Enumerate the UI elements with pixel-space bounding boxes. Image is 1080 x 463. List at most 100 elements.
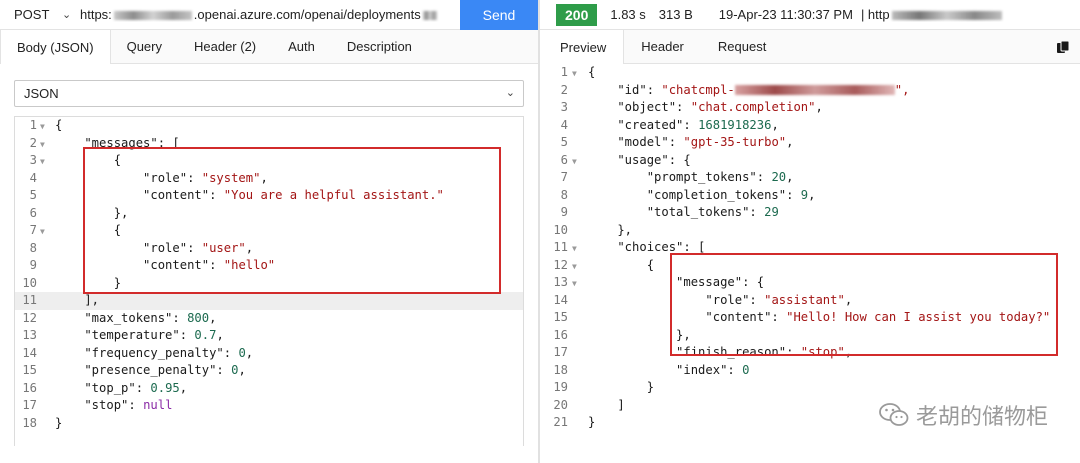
fold-triangle-icon[interactable]: ▼ xyxy=(40,153,45,171)
line-number: 9 xyxy=(560,205,568,219)
code-line: 7 "prompt_tokens": 20, xyxy=(540,169,1080,187)
line-number: 15 xyxy=(22,363,37,377)
url-domain: .openai.azure.com/openai/deployments xyxy=(193,7,421,22)
code-token: , xyxy=(245,345,254,360)
body-type-select[interactable]: JSON ⌄ xyxy=(14,80,524,107)
code-text: { xyxy=(55,222,121,240)
code-token: }, xyxy=(588,222,633,237)
code-token: "max_tokens": xyxy=(55,310,188,325)
code-token: "messages": [ xyxy=(55,135,180,150)
code-line: 15 "presence_penalty": 0, xyxy=(15,362,523,380)
url-input[interactable]: https: .openai.azure.com/openai/deploymen… xyxy=(80,7,460,22)
code-token: "stop" xyxy=(800,345,845,359)
code-token: , xyxy=(786,170,794,184)
line-number: 4 xyxy=(29,170,37,185)
code-token: , xyxy=(216,328,224,342)
code-token: } xyxy=(55,275,122,290)
fold-triangle-icon[interactable]: ▼ xyxy=(40,118,45,136)
code-token: "content": xyxy=(55,258,224,272)
response-size: 313 B xyxy=(658,7,693,22)
code-token: "system" xyxy=(201,170,261,185)
response-timestamp: 19-Apr-23 11:30:37 PM xyxy=(718,7,853,22)
fold-triangle-icon[interactable]: ▼ xyxy=(572,153,577,171)
chevron-down-icon[interactable]: ⌄ xyxy=(62,8,80,21)
code-token: "chatcmpl- xyxy=(661,82,735,97)
tab-query[interactable]: Query xyxy=(111,30,178,63)
code-text: { xyxy=(588,257,654,275)
code-text: } xyxy=(55,415,62,433)
code-token: "prompt_tokens": xyxy=(588,170,772,184)
send-button[interactable]: Send xyxy=(460,0,538,30)
code-line: 3 "object": "chat.completion", xyxy=(540,99,1080,117)
line-number: 1 xyxy=(29,118,37,132)
code-text: } xyxy=(588,379,654,397)
code-token: "model": xyxy=(588,135,684,149)
watermark-text: 老胡的储物柜 xyxy=(915,405,1048,430)
code-token: } xyxy=(588,415,596,429)
fold-triangle-icon[interactable]: ▼ xyxy=(572,240,577,258)
line-number: 10 xyxy=(553,222,568,237)
code-text: "role": "assistant", xyxy=(588,292,852,310)
response-status-bar: 200 1.83 s 313 B 19-Apr-23 11:30:37 PM |… xyxy=(540,0,1080,30)
tab-response-header[interactable]: Header xyxy=(624,30,701,63)
request-url-bar: POST ⌄ https: .openai.azure.com/openai/de… xyxy=(0,0,538,30)
code-token: "assistant" xyxy=(764,292,845,307)
fold-triangle-icon[interactable]: ▼ xyxy=(572,258,577,276)
method-select[interactable]: POST xyxy=(0,7,62,22)
tab-description[interactable]: Description xyxy=(331,30,428,63)
code-text: "top_p": 0.95, xyxy=(55,380,187,398)
request-body-editor[interactable]: 1 ▼{2 ▼ "messages": [3 ▼ {4 "role": "system… xyxy=(14,116,524,446)
line-number: 11 xyxy=(22,293,37,307)
code-token: , xyxy=(815,100,823,114)
tab-auth[interactable]: Auth xyxy=(272,30,331,63)
fold-triangle-icon[interactable]: ▼ xyxy=(40,223,45,241)
code-token: "user" xyxy=(201,240,246,255)
code-token: { xyxy=(588,257,655,272)
code-token: 0 xyxy=(742,362,750,377)
code-line: 1 ▼ { xyxy=(15,117,523,135)
tab-body-json[interactable]: Body (JSON) xyxy=(0,30,111,64)
code-line: 12 ▼ { xyxy=(540,257,1080,275)
code-token: ], xyxy=(55,293,100,307)
tab-request[interactable]: Request xyxy=(701,30,783,63)
fold-triangle-icon[interactable]: ▼ xyxy=(40,136,45,154)
code-token: }, xyxy=(55,205,129,220)
line-number: 17 xyxy=(553,345,568,359)
code-line: 4 "role": "system", xyxy=(15,170,523,188)
line-number: 8 xyxy=(29,240,37,255)
code-text: { xyxy=(588,64,595,82)
wechat-icon xyxy=(879,403,909,426)
code-text: "stop": null xyxy=(55,397,172,415)
code-token: "role": xyxy=(55,240,202,255)
code-line: 16 "top_p": 0.95, xyxy=(15,380,523,398)
code-token: , xyxy=(844,345,853,359)
code-token: 0.95 xyxy=(150,380,180,395)
code-text: "id": "chatcmpl- ", xyxy=(588,82,909,100)
line-number: 18 xyxy=(22,415,37,430)
code-line: 12 "max_tokens": 800, xyxy=(15,310,523,328)
line-number: 10 xyxy=(22,275,37,290)
fold-triangle-icon[interactable]: ▼ xyxy=(572,65,577,83)
code-token: ] xyxy=(588,397,625,412)
status-badge: 200 xyxy=(556,3,598,26)
code-text: }, xyxy=(588,222,632,240)
fold-triangle-icon[interactable]: ▼ xyxy=(572,275,577,293)
request-pane: POST ⌄ https: .openai.azure.com/openai/de… xyxy=(0,0,538,463)
code-line: 18 "index": 0 xyxy=(540,362,1080,380)
line-number: 7 xyxy=(29,223,37,237)
tab-header[interactable]: Header (2) xyxy=(178,30,272,63)
code-token: "finish_reason": xyxy=(588,345,801,359)
code-token: "gpt-35-turbo" xyxy=(683,135,787,149)
line-number: 12 xyxy=(553,257,568,272)
line-number: 15 xyxy=(553,310,568,324)
line-number: 5 xyxy=(560,135,568,149)
line-number: 2 xyxy=(560,82,568,97)
code-token: "frequency_penalty": xyxy=(55,345,239,360)
code-line: 7 ▼ { xyxy=(15,222,523,240)
tab-preview[interactable]: Preview xyxy=(540,30,625,64)
code-text: "finish_reason": "stop", xyxy=(588,344,852,362)
copy-icon[interactable] xyxy=(1056,40,1070,54)
code-token: "completion_tokens": xyxy=(588,187,801,202)
code-token: "id": xyxy=(588,82,662,97)
line-number: 13 xyxy=(553,275,568,289)
